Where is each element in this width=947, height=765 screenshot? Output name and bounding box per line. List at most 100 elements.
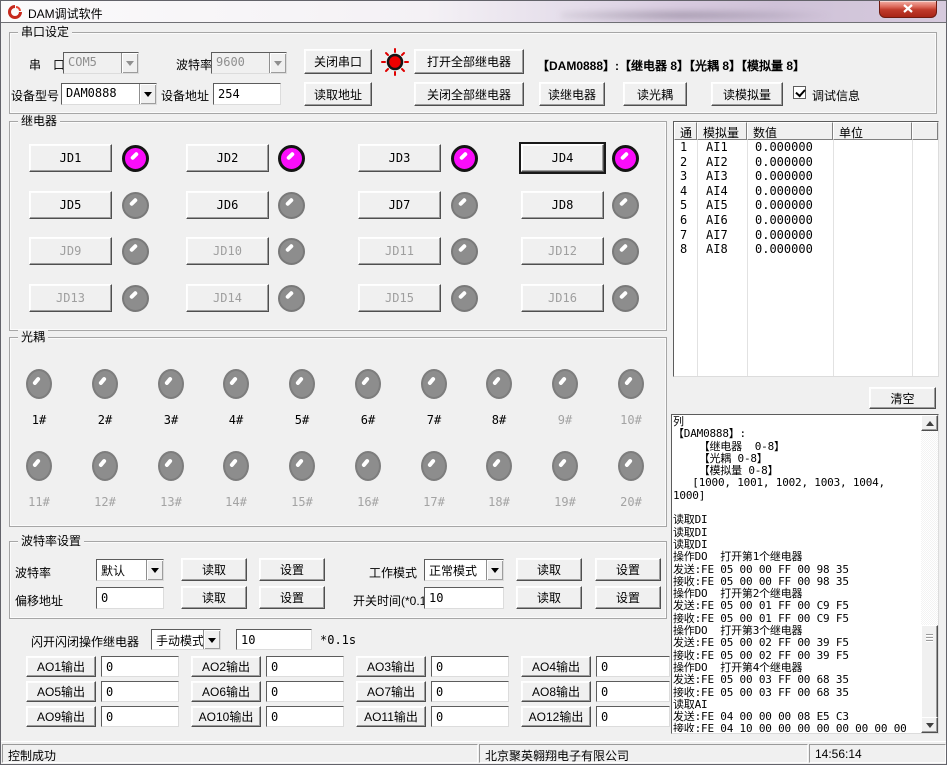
table-row[interactable]: 1 AI1 0.000000	[674, 140, 938, 155]
ao2-output-button[interactable]: AO2输出	[191, 656, 261, 677]
title-bar[interactable]: DAM调试软件	[1, 1, 946, 23]
baud-set-button[interactable]: 设置	[259, 558, 325, 581]
read-addr-button[interactable]: 读取地址	[304, 82, 372, 106]
work-mode-value: 正常模式	[425, 560, 486, 580]
relay-button-jd1[interactable]: JD1	[29, 144, 112, 172]
ao6-value-input[interactable]	[266, 681, 344, 702]
ao1-value-input[interactable]	[101, 656, 179, 677]
close-button[interactable]	[879, 1, 937, 18]
table-row[interactable]: 3 AI3 0.000000	[674, 169, 938, 184]
relay-button-jd3[interactable]: JD3	[358, 144, 441, 172]
table-row[interactable]: 2 AI2 0.000000	[674, 155, 938, 170]
col-header-value[interactable]: 数值	[747, 122, 833, 140]
switch-time-read-button[interactable]: 读取	[516, 586, 582, 609]
ao7-value-input[interactable]	[431, 681, 509, 702]
offset-set-button[interactable]: 设置	[259, 586, 325, 609]
relay-lamp-jd12	[612, 238, 639, 265]
ao8-value-input[interactable]	[596, 681, 670, 702]
col-header-channel[interactable]: 通	[674, 122, 697, 140]
log-scrollbar[interactable]	[921, 415, 938, 733]
relay-lamp-jd13	[122, 285, 149, 312]
ao5-value-input[interactable]	[101, 681, 179, 702]
read-opto-button[interactable]: 读光耦	[623, 82, 687, 106]
relay-button-jd9: JD9	[29, 237, 112, 265]
open-all-relays-button[interactable]: 打开全部继电器	[414, 49, 524, 74]
debug-log-panel[interactable]: 列 【DAM0888】: 【继电器 0-8】 【光耦 0-8】 【模拟量 0-8…	[671, 414, 939, 734]
table-gridline	[697, 140, 698, 376]
ao10-value-input[interactable]	[266, 706, 344, 727]
relay-button-jd7[interactable]: JD7	[358, 191, 441, 219]
offset-read-button[interactable]: 读取	[181, 586, 247, 609]
ao11-output-button[interactable]: AO11输出	[356, 706, 426, 727]
baud-value: 9600	[212, 53, 269, 73]
model-value: DAM0888	[62, 84, 139, 104]
ao2-value-input[interactable]	[266, 656, 344, 677]
ao11-value-input[interactable]	[431, 706, 509, 727]
work-mode-set-button[interactable]: 设置	[595, 558, 661, 581]
opto-label-17: 17#	[419, 495, 449, 509]
serial-port-value: COM5	[64, 53, 121, 73]
scroll-up-icon[interactable]	[921, 415, 938, 431]
table-row[interactable]: 6 AI6 0.000000	[674, 213, 938, 228]
table-row[interactable]: 8 AI8 0.000000	[674, 242, 938, 257]
col-header-analog[interactable]: 模拟量	[697, 122, 747, 140]
ao3-output-button[interactable]: AO3输出	[356, 656, 426, 677]
device-addr-input[interactable]	[213, 83, 281, 105]
scroll-down-icon[interactable]	[921, 717, 938, 733]
opto-lamp-11	[26, 451, 52, 481]
relay-lamp-jd7	[451, 192, 478, 219]
ao12-output-button[interactable]: AO12输出	[521, 706, 591, 727]
table-row[interactable]: 4 AI4 0.000000	[674, 184, 938, 199]
col-header-unit[interactable]: 单位	[833, 122, 912, 140]
ao4-value-input[interactable]	[596, 656, 670, 677]
ao4-output-button[interactable]: AO4输出	[521, 656, 591, 677]
switch-time-set-button[interactable]: 设置	[595, 586, 661, 609]
relay-button-jd6[interactable]: JD6	[186, 191, 269, 219]
ao1-output-button[interactable]: AO1输出	[26, 656, 96, 677]
model-combo[interactable]: DAM0888	[61, 83, 157, 105]
ao5-output-button[interactable]: AO5输出	[26, 681, 96, 702]
ao9-output-button[interactable]: AO9输出	[26, 706, 96, 727]
scrollbar-thumb[interactable]	[921, 625, 938, 720]
ao7-output-button[interactable]: AO7输出	[356, 681, 426, 702]
serial-port-combo: COM5	[63, 52, 139, 74]
cell-channel: 2	[674, 155, 697, 170]
chevron-down-icon	[146, 560, 163, 580]
chevron-down-icon	[139, 84, 156, 104]
col-header-filler[interactable]	[912, 122, 938, 140]
close-serial-button[interactable]: 关闭串口	[304, 49, 372, 74]
cell-name: AI3	[697, 169, 747, 184]
flash-mode-combo[interactable]: 手动模式	[151, 629, 221, 650]
switch-time-input[interactable]	[424, 587, 504, 609]
ao10-output-button[interactable]: AO10输出	[191, 706, 261, 727]
work-mode-combo[interactable]: 正常模式	[424, 559, 504, 581]
relay-button-jd2[interactable]: JD2	[186, 144, 269, 172]
opto-label-15: 15#	[287, 495, 317, 509]
read-analog-button[interactable]: 读模拟量	[711, 82, 783, 106]
relay-button-jd11: JD11	[358, 237, 441, 265]
flash-time-input[interactable]	[236, 629, 312, 650]
relay-button-jd4[interactable]: JD4	[521, 144, 604, 172]
debug-info-checkbox[interactable]	[793, 86, 806, 99]
cell-unit	[833, 155, 912, 170]
relay-lamp-jd6	[278, 192, 305, 219]
clear-log-button[interactable]: 清空	[869, 387, 936, 409]
work-mode-read-button[interactable]: 读取	[516, 558, 582, 581]
baud-read-button[interactable]: 读取	[181, 558, 247, 581]
read-relay-button[interactable]: 读继电器	[539, 82, 605, 106]
relay-button-jd8[interactable]: JD8	[521, 191, 604, 219]
opto-lamp-16	[355, 451, 381, 481]
ao3-value-input[interactable]	[431, 656, 509, 677]
baud-setting-combo[interactable]: 默认	[96, 559, 164, 581]
ao9-value-input[interactable]	[101, 706, 179, 727]
ao12-value-input[interactable]	[596, 706, 670, 727]
table-row[interactable]: 7 AI7 0.000000	[674, 228, 938, 243]
table-row[interactable]: 5 AI5 0.000000	[674, 198, 938, 213]
close-all-relays-button[interactable]: 关闭全部继电器	[414, 82, 524, 106]
relay-button-jd5[interactable]: JD5	[29, 191, 112, 219]
relay-button-jd16: JD16	[521, 284, 604, 312]
ao8-output-button[interactable]: AO8输出	[521, 681, 591, 702]
offset-addr-input[interactable]	[96, 587, 164, 609]
ao6-output-button[interactable]: AO6输出	[191, 681, 261, 702]
flash-operation-label: 闪开闪闭操作继电器	[31, 633, 139, 650]
